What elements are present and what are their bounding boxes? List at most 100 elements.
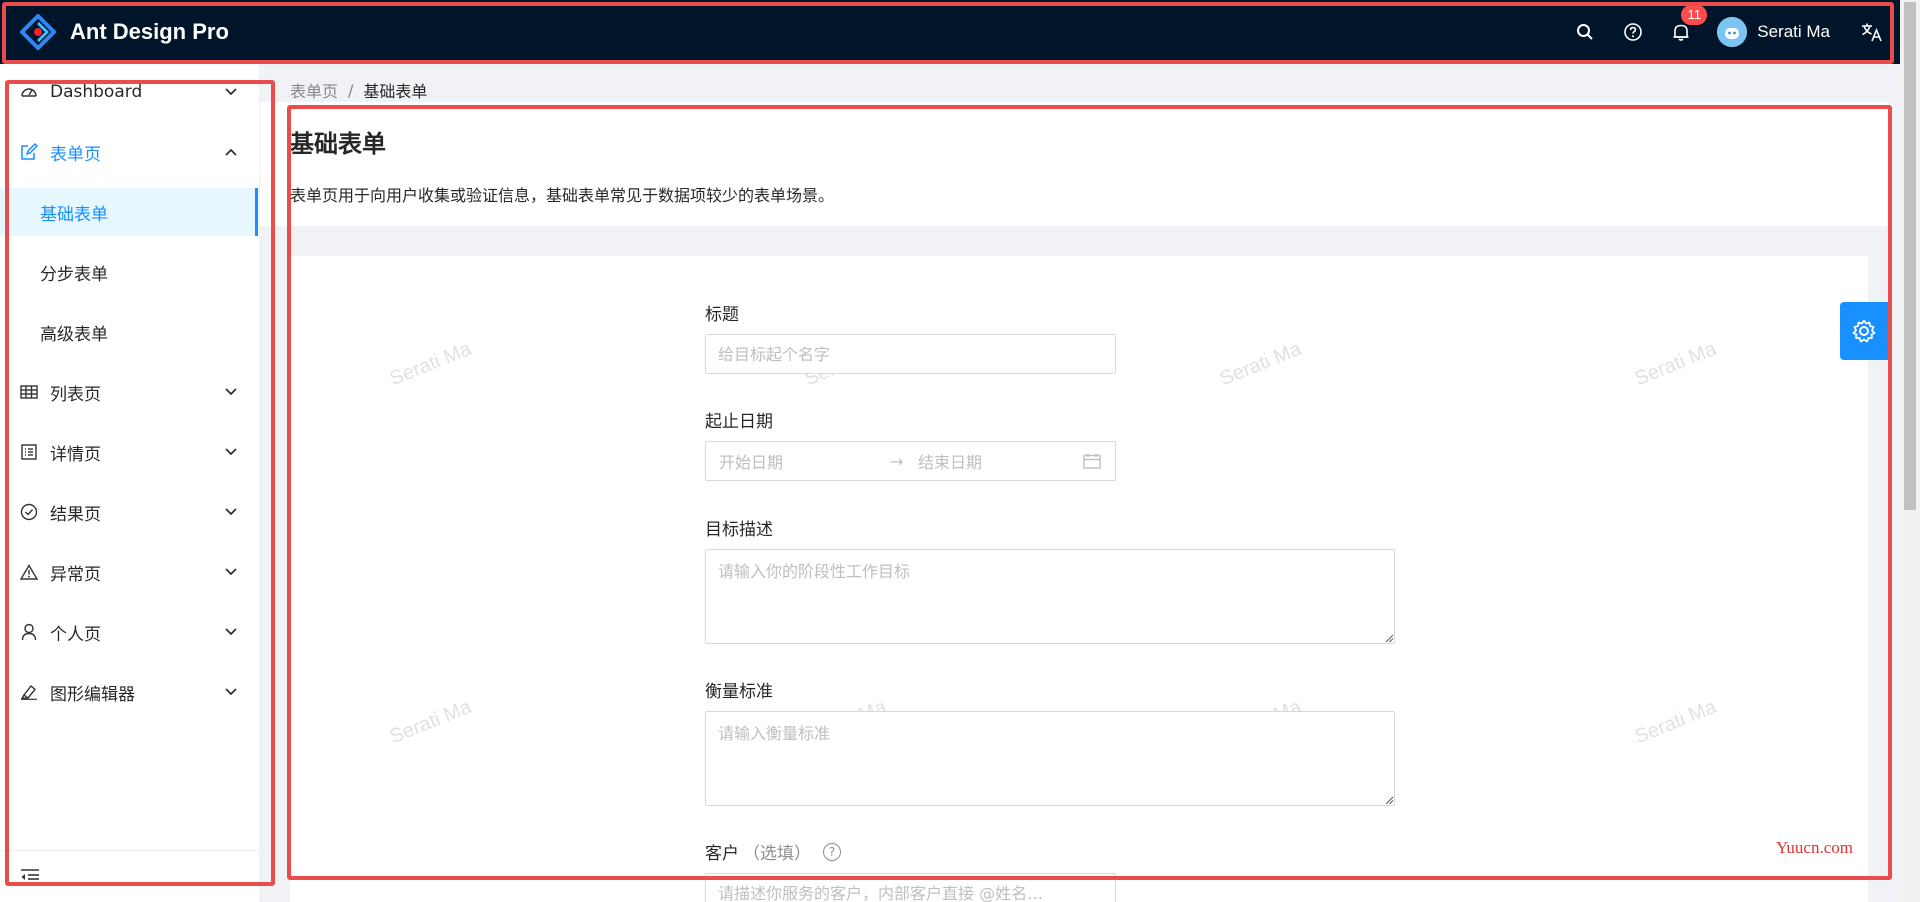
standard-textarea[interactable] <box>705 711 1395 806</box>
optional-hint: （选填） <box>743 844 811 864</box>
standard-label: 衡量标准 <box>705 677 773 702</box>
check-circle-icon <box>20 503 38 521</box>
date-label: 起止日期 <box>705 407 773 432</box>
page-description: 表单页用于向用户收集或验证信息，基础表单常见于数据项较少的表单场景。 <box>290 186 835 205</box>
date-range-picker[interactable]: 开始日期 → 结束日期 <box>705 441 1116 481</box>
title-label-text: 标题 <box>705 305 739 325</box>
chevron-up-icon <box>224 145 238 159</box>
site-watermark: Yuucn.com <box>1776 838 1853 857</box>
sidebar-item-label: 详情页 <box>50 444 101 465</box>
chevron-down-icon <box>224 385 238 399</box>
sidebar-item-profile[interactable]: 详情页 <box>0 428 258 476</box>
notification-count-badge: 11 <box>1681 5 1708 25</box>
sidebar-item-result[interactable]: 结果页 <box>0 488 258 536</box>
sidebar-item-label: 图形编辑器 <box>50 684 135 705</box>
sidebar-item-label: 表单页 <box>50 144 101 165</box>
standard-label-text: 衡量标准 <box>705 682 773 702</box>
translation-icon <box>1862 23 1882 42</box>
form-icon <box>20 143 38 161</box>
sidebar-footer <box>0 850 258 902</box>
help-button[interactable] <box>1609 0 1657 64</box>
menu-fold-icon[interactable] <box>20 868 40 886</box>
goal-label: 目标描述 <box>705 515 773 540</box>
chevron-down-icon <box>224 445 238 459</box>
search-button[interactable] <box>1561 0 1609 64</box>
calendar-icon <box>1083 453 1101 469</box>
breadcrumb: 表单页 / 基础表单 <box>290 78 427 102</box>
sidebar-item-forms[interactable]: 表单页 <box>0 128 258 176</box>
header-actions: 11 Serati Ma <box>1561 0 1920 64</box>
watermark: Serati Ma <box>386 337 475 391</box>
client-label-text: 客户 <box>705 844 739 864</box>
question-circle-icon <box>1624 23 1643 41</box>
watermark: Serati Ma <box>1631 695 1720 749</box>
chevron-down-icon <box>224 625 238 639</box>
scrollbar-thumb[interactable] <box>1904 2 1916 510</box>
form-card: Serati Ma Serati Ma Serati Ma Serati Ma … <box>290 256 1868 902</box>
notification-button[interactable]: 11 <box>1657 0 1708 64</box>
profile-icon <box>20 443 38 461</box>
page-title: 基础表单 <box>290 130 386 158</box>
sidebar-item-dashboard[interactable]: Dashboard <box>0 68 258 116</box>
chevron-down-icon <box>224 85 238 99</box>
resize-handle-icon[interactable] <box>1384 633 1394 643</box>
title-label: 标题 <box>705 300 739 325</box>
search-icon <box>1577 24 1593 40</box>
avatar <box>1717 17 1748 47</box>
sidebar-item-list[interactable]: 列表页 <box>0 368 258 416</box>
sidebar-item-label: 列表页 <box>50 384 101 405</box>
ant-design-logo-icon <box>20 14 56 50</box>
breadcrumb-link-forms[interactable]: 表单页 <box>290 78 338 102</box>
page-header: 基础表单 表单页用于向用户收集或验证信息，基础表单常见于数据项较少的表单场景。 <box>260 102 1888 226</box>
user-icon <box>20 623 38 641</box>
sidebar-subitem-advanced-form[interactable]: 高级表单 <box>0 308 258 356</box>
chevron-down-icon <box>224 505 238 519</box>
goal-textarea[interactable] <box>705 549 1395 644</box>
sidebar-item-editor[interactable]: 图形编辑器 <box>0 668 258 716</box>
user-menu[interactable]: Serati Ma <box>1717 17 1830 47</box>
chevron-down-icon <box>224 685 238 699</box>
watermark: Serati Ma <box>386 695 475 749</box>
client-input[interactable] <box>705 873 1116 902</box>
watermark: Serati Ma <box>1216 337 1305 391</box>
breadcrumb-current: 基础表单 <box>363 82 428 101</box>
user-name: Serati Ma <box>1757 22 1830 41</box>
sidebar-item-exception[interactable]: 异常页 <box>0 548 258 596</box>
table-icon <box>20 383 38 401</box>
warning-icon <box>20 563 38 581</box>
highlight-icon <box>20 683 38 701</box>
question-circle-icon[interactable]: ? <box>823 842 841 861</box>
sidebar-subitem-label: 高级表单 <box>40 324 108 345</box>
bell-icon <box>1673 24 1689 41</box>
logo[interactable]: Ant Design Pro <box>20 14 229 50</box>
sidebar-subitem-label: 分步表单 <box>40 264 108 285</box>
setting-icon <box>1852 319 1876 343</box>
robot-avatar-icon <box>1717 17 1748 47</box>
top-header: Ant Design Pro 11 Serati Ma <box>0 0 1920 64</box>
settings-drawer-button[interactable] <box>1840 302 1888 360</box>
resize-handle-icon[interactable] <box>1384 795 1394 805</box>
chevron-down-icon <box>224 565 238 579</box>
sidebar-subitem-label: 基础表单 <box>40 204 108 225</box>
dashboard-icon <box>20 83 38 101</box>
app-title: Ant Design Pro <box>70 19 229 44</box>
sidebar-subitem-basic-form[interactable]: 基础表单 <box>0 188 258 236</box>
sidebar-item-label: 个人页 <box>50 624 101 645</box>
goal-label-text: 目标描述 <box>705 520 773 540</box>
sidebar-item-label: 结果页 <box>50 504 101 525</box>
sidebar-item-account[interactable]: 个人页 <box>0 608 258 656</box>
sidebar-item-label: 异常页 <box>50 564 101 585</box>
client-label: 客户 （选填） ? <box>705 839 841 864</box>
language-switch[interactable] <box>1848 0 1896 64</box>
sidebar-item-label: Dashboard <box>50 82 143 102</box>
breadcrumb-separator: / <box>348 80 354 100</box>
watermark: Serati Ma <box>1631 337 1720 391</box>
title-input[interactable] <box>705 334 1116 374</box>
date-label-text: 起止日期 <box>705 412 773 432</box>
swap-right-icon: → <box>890 451 904 471</box>
start-date-placeholder[interactable]: 开始日期 <box>719 449 783 473</box>
end-date-placeholder[interactable]: 结束日期 <box>918 449 982 473</box>
sidebar: Dashboard 表单页 基础表单 分步表单 高级表单 列表页 详情页 结果页… <box>0 64 260 902</box>
sidebar-subitem-step-form[interactable]: 分步表单 <box>0 248 258 296</box>
vertical-scrollbar[interactable] <box>1900 0 1920 902</box>
